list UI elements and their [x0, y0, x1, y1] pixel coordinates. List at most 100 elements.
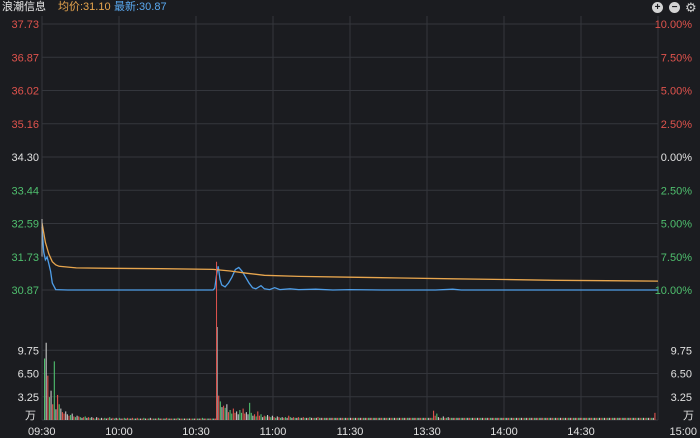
volume-bar: [242, 408, 244, 420]
volume-bar: [387, 417, 389, 420]
volume-bar: [613, 417, 615, 420]
volume-bar: [138, 418, 140, 420]
volume-bar: [615, 417, 617, 420]
volume-bar: [571, 417, 573, 420]
volume-bar: [433, 410, 435, 420]
volume-bar: [105, 418, 107, 420]
volume-bar: [496, 417, 498, 420]
volume-bar: [57, 394, 59, 420]
volume-bar: [467, 417, 469, 420]
volume-bar: [535, 417, 537, 420]
volume-bar: [128, 418, 130, 420]
volume-bar: [283, 417, 285, 420]
volume-bar: [460, 417, 462, 420]
volume-bar: [406, 417, 409, 420]
time-tick-label: 13:30: [413, 426, 441, 438]
volume-bar: [465, 417, 467, 420]
volume-bar: [366, 417, 368, 420]
volume-bar: [587, 417, 589, 420]
volume-bar: [545, 417, 547, 420]
volume-bar: [227, 412, 230, 420]
volume-bar: [558, 417, 560, 420]
volume-bar: [369, 417, 371, 420]
volume-bar: [385, 417, 387, 420]
volume-bar: [310, 417, 313, 420]
volume-bar: [96, 417, 98, 420]
volume-bar: [463, 417, 466, 420]
volume-bar: [312, 417, 314, 420]
volume-bar: [253, 414, 256, 420]
volume-bar: [636, 417, 638, 420]
volume-bar: [127, 417, 129, 420]
volume-bar: [218, 395, 220, 420]
volume-bar: [162, 418, 164, 420]
volume-bar: [117, 418, 119, 420]
volume-bar: [621, 417, 623, 420]
volume-tick-label: 3.25: [18, 392, 39, 404]
volume-bar: [325, 417, 327, 420]
volume-bar: [481, 417, 483, 420]
percent-tick-label: 7.50%: [661, 52, 692, 64]
time-tick-label: 10:00: [105, 426, 133, 438]
volume-bar: [600, 417, 602, 420]
volume-bar: [276, 416, 278, 420]
volume-bar: [157, 417, 160, 420]
volume-bar: [647, 417, 649, 420]
volume-bar: [177, 417, 179, 420]
time-tick-label: 14:00: [490, 426, 518, 438]
volume-bar: [84, 416, 86, 420]
volume-bar: [389, 417, 391, 420]
volume-bar: [651, 417, 653, 420]
volume-bar: [275, 417, 277, 420]
volume-bar: [512, 417, 514, 420]
volume-bar: [205, 418, 207, 420]
volume-bar: [530, 417, 532, 420]
volume-bar: [543, 417, 545, 420]
volume-bar: [475, 417, 477, 420]
volume-bar: [577, 417, 579, 420]
volume-bar: [183, 418, 186, 420]
volume-bar: [273, 417, 275, 420]
volume-tick-label: 9.75: [18, 345, 39, 357]
volume-bar: [328, 417, 330, 420]
volume-bar: [566, 417, 568, 420]
volume-bar: [418, 417, 420, 420]
volume-bar: [47, 375, 49, 420]
volume-bar: [175, 418, 177, 420]
volume-bar: [203, 418, 205, 420]
volume-bar: [79, 417, 81, 420]
volume-bar: [247, 414, 249, 420]
volume-bar: [629, 417, 632, 420]
volume-bar: [232, 408, 234, 420]
volume-bar: [634, 417, 636, 420]
price-tick-label: 31.73: [11, 252, 39, 264]
volume-bar: [498, 417, 500, 420]
volume-bar: [361, 417, 363, 420]
volume-bar: [271, 415, 273, 420]
volume-bar: [348, 417, 350, 420]
volume-bar: [491, 417, 493, 420]
intraday-chart: 37.73 10.00% 36.87 7.50% 36.02 5.00% 35.16 2.50…: [11, 16, 697, 438]
volume-bar: [188, 418, 190, 420]
volume-bar: [120, 418, 122, 420]
volume-bar: [252, 415, 254, 420]
volume-bar: [485, 417, 487, 420]
volume-bar: [382, 417, 384, 420]
volume-bar: [319, 417, 321, 420]
volume-bar: [201, 417, 203, 420]
volume-bar: [367, 417, 369, 420]
volume-bar: [182, 418, 184, 420]
volume-bar: [224, 407, 226, 420]
volume-bar: [592, 417, 594, 420]
volume-bar: [572, 417, 575, 420]
volume-bar: [594, 417, 596, 420]
volume-bar: [423, 417, 425, 420]
volume-bar: [548, 417, 550, 420]
volume-bar: [333, 417, 335, 420]
volume-bar: [410, 417, 412, 420]
volume-bar: [411, 417, 413, 420]
percent-tick-label: 7.50%: [661, 252, 692, 264]
volume-bar: [379, 417, 381, 420]
volume-bar: [568, 417, 570, 420]
chart-grid: [41, 16, 659, 420]
